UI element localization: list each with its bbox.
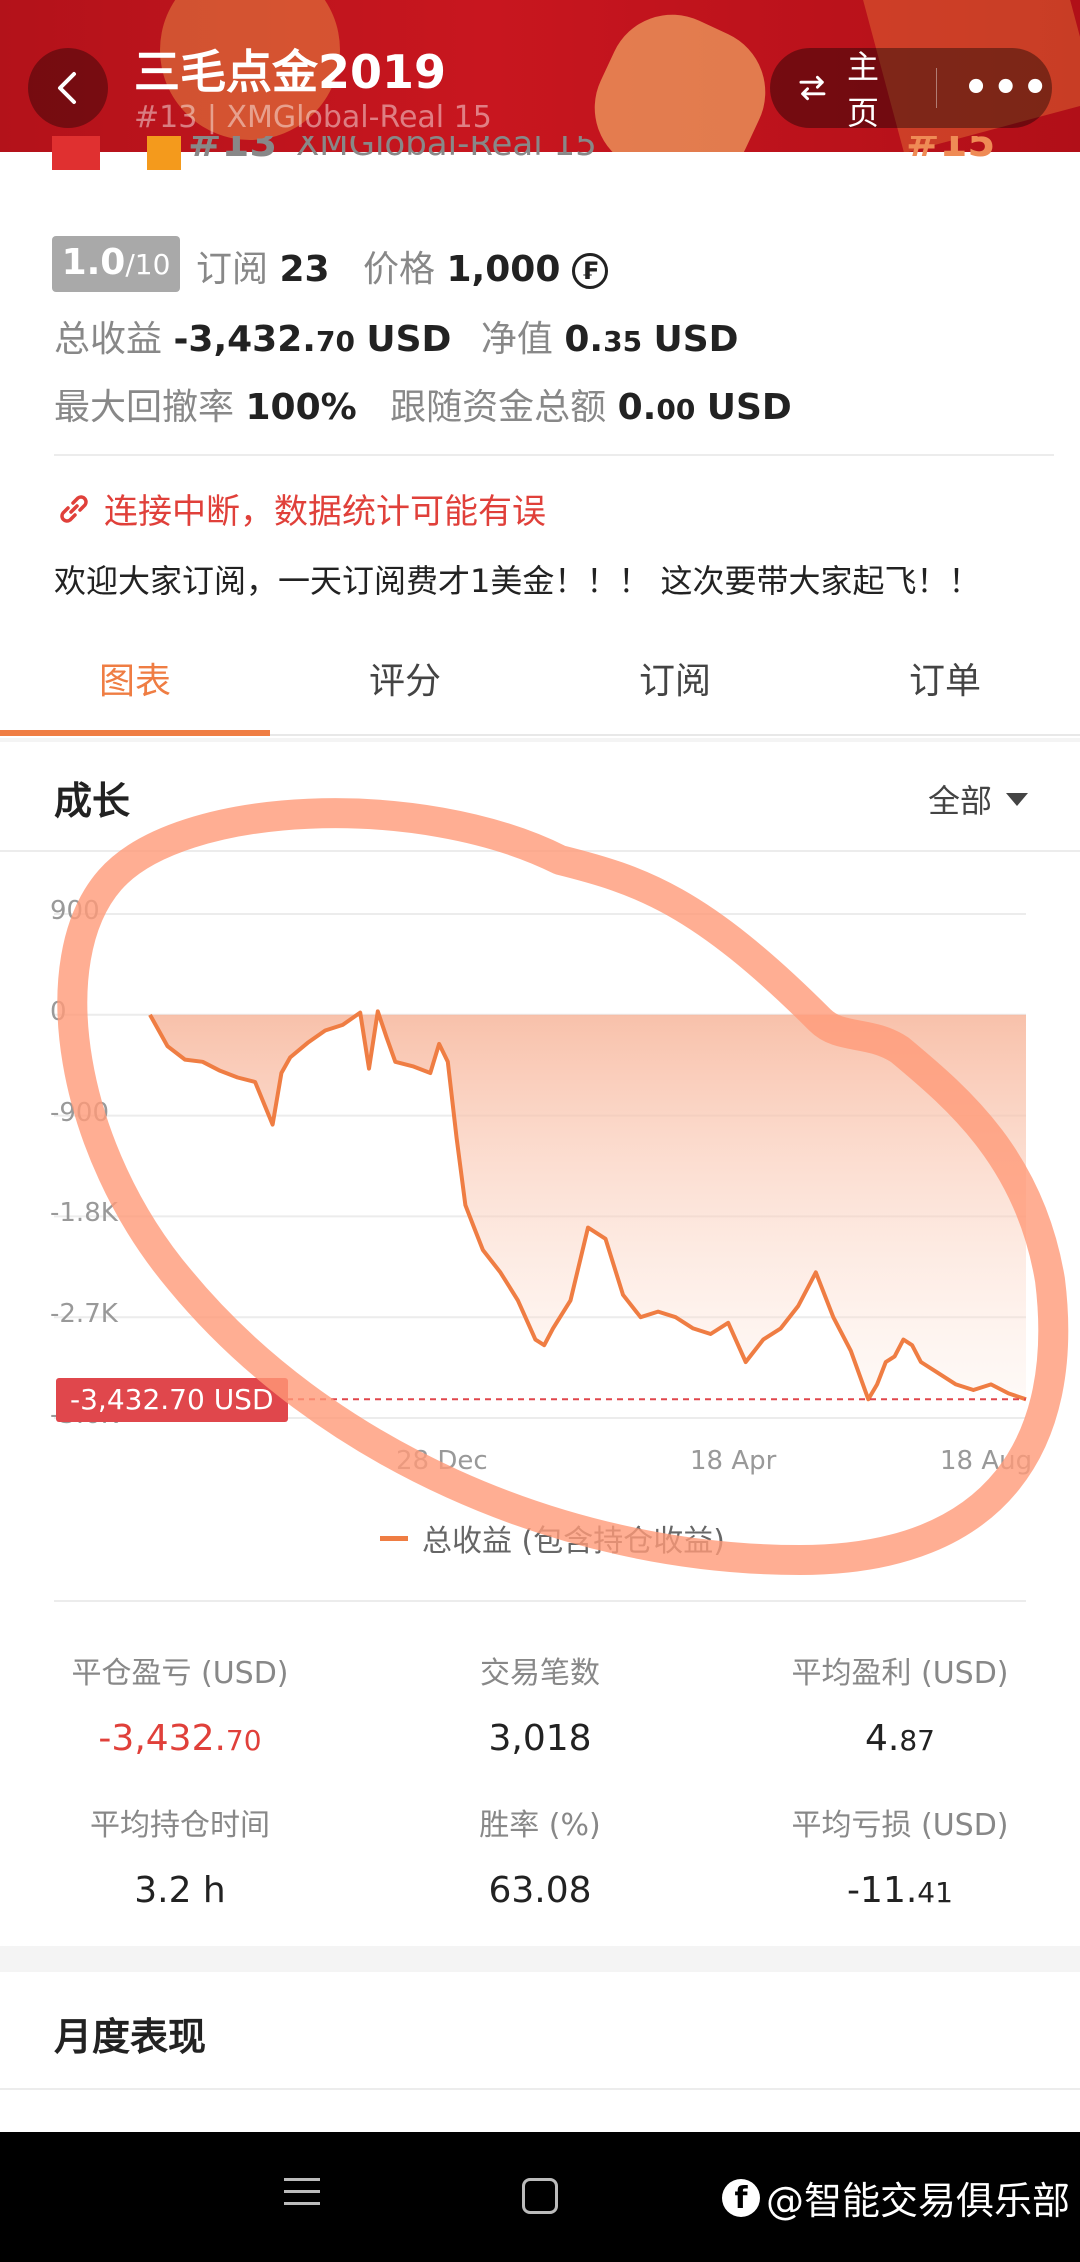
tab-rating[interactable]: 评分 [270, 636, 540, 734]
stat-avg-hold-time: 平均持仓时间 3.2 h [0, 1800, 360, 1911]
back-button[interactable] [28, 48, 108, 128]
facebook-icon: f [722, 2178, 760, 2217]
rank-right-label: #15 [906, 136, 996, 166]
warning-text: 连接中断，数据统计可能有误 [104, 492, 546, 532]
subscribe-value: 23 [279, 249, 330, 290]
y-tick-label: 0 [50, 996, 67, 1027]
stat-value: 3.2 h [134, 1870, 226, 1911]
stat-label: 平均盈利 (USD) [791, 1656, 1009, 1691]
subscribe-price-row: 订阅 23 价格 1,000 ₣ [196, 240, 608, 292]
total-profit-value: -3,432. [173, 319, 316, 360]
stat-win-rate: 胜率 (%) 63.08 [360, 1800, 720, 1911]
connection-warning: 连接中断，数据统计可能有误 [54, 484, 546, 533]
swap-icon [799, 75, 826, 101]
page-subtitle: #13 | XMGlobal-Real 15 [134, 100, 492, 135]
badge-icon [146, 136, 181, 170]
drawdown-row: 最大回撤率 100% 跟随资金总额 0.00 USD [54, 378, 792, 430]
stat-label: 平仓盈亏 (USD) [71, 1656, 289, 1691]
monthly-title: 月度表现 [54, 2015, 207, 2059]
more-icon[interactable]: ••• [963, 68, 1052, 108]
home-button[interactable]: 主页 [847, 42, 900, 134]
stat-value: -11.41 [847, 1870, 953, 1911]
follow-value: 0. [617, 387, 657, 428]
stat-value: 4.87 [865, 1718, 935, 1759]
legend-label: 总收益 (包含持仓收益) [422, 1524, 725, 1559]
range-filter-value: 全部 [928, 782, 993, 820]
section-gap [0, 1946, 1080, 1972]
y-tick-label: -1.8K [50, 1198, 118, 1229]
watermark-text: @智能交易俱乐部 [766, 2179, 1071, 2223]
growth-title: 成长 [54, 779, 131, 823]
home-nav-button[interactable] [522, 2178, 558, 2214]
stat-value: 63.08 [488, 1870, 592, 1911]
divider [54, 1600, 1026, 1602]
range-filter-dropdown[interactable]: 全部 [928, 776, 1029, 822]
stat-closed-pnl: 平仓盈亏 (USD) -3,432.70 [0, 1648, 360, 1759]
divider [0, 850, 1080, 852]
pill-divider [935, 68, 938, 108]
drawdown-label: 最大回撤率 [54, 387, 235, 428]
tab-bar: 图表 评分 订阅 订单 [0, 636, 1080, 736]
follow-unit: USD [706, 387, 792, 428]
divider [54, 454, 1054, 456]
current-value-tag: -3,432.70 USD [56, 1378, 288, 1422]
growth-chart [0, 860, 1080, 1580]
x-tick-label: 28 Dec [396, 1446, 488, 1476]
nav-value: 0. [564, 319, 604, 360]
divider [0, 2088, 1080, 2090]
stat-value: -3,432.70 [98, 1718, 262, 1759]
total-profit-decimal: 70 [315, 325, 355, 358]
score-value: 1.0 [61, 242, 126, 283]
strategy-description: 欢迎大家订阅，一天订阅费才1美金！！！ 这次要带大家起飞！！ [54, 562, 981, 600]
tab-chart[interactable]: 图表 [0, 636, 270, 736]
header-decoration [573, 0, 787, 152]
y-tick-label: -2.7K [50, 1299, 118, 1330]
stat-avg-loss: 平均亏损 (USD) -11.41 [720, 1800, 1080, 1911]
price-value: 1,000 [446, 249, 561, 290]
nav-unit: USD [653, 319, 739, 360]
total-profit-unit: USD [366, 319, 452, 360]
stat-label: 交易笔数 [480, 1656, 600, 1691]
stat-trade-count: 交易笔数 3,018 [360, 1648, 720, 1759]
subscribe-label: 订阅 [196, 249, 269, 290]
stat-label: 平均持仓时间 [90, 1808, 270, 1843]
stat-avg-profit: 平均盈利 (USD) 4.87 [720, 1648, 1080, 1759]
nav-label: 净值 [480, 319, 553, 360]
caret-down-icon [1006, 792, 1029, 806]
legend-swatch [380, 1535, 408, 1541]
chevron-left-icon [58, 72, 76, 104]
app-header: 三毛点金2019 #13 | XMGlobal-Real 15 主页 ••• [0, 0, 1080, 152]
profit-row: 总收益 -3,432.70 USD 净值 0.35 USD [54, 310, 739, 362]
coin-icon: ₣ [571, 253, 608, 289]
tab-orders[interactable]: 订单 [810, 636, 1080, 734]
total-profit-label: 总收益 [54, 319, 163, 360]
page-title: 三毛点金2019 [134, 45, 447, 99]
drawdown-value: 100% [245, 387, 357, 428]
score-badge: 1.0/10 [52, 236, 180, 292]
account-strip: #13 XMGlobal-Real 15 #15 [52, 136, 1052, 170]
account-label: XMGlobal-Real 15 [296, 136, 597, 164]
broken-link-icon [60, 494, 88, 523]
tab-subscription[interactable]: 订阅 [540, 636, 810, 734]
x-tick-label: 18 Apr [690, 1446, 777, 1476]
growth-chart-svg [54, 913, 1027, 1419]
nav-decimal: 35 [603, 325, 643, 358]
watermark: f @智能交易俱乐部 [722, 2170, 1070, 2225]
rank-label: #13 [188, 136, 278, 166]
stat-label: 平均亏损 (USD) [791, 1808, 1009, 1843]
y-tick-label: -900 [50, 1097, 110, 1128]
country-flag-icon [52, 136, 100, 170]
price-label: 价格 [363, 249, 436, 290]
section-gap [0, 738, 1080, 742]
x-tick-label: 18 Aug [940, 1446, 1033, 1476]
y-tick-label: 900 [50, 896, 100, 926]
follow-label: 跟随资金总额 [390, 387, 607, 428]
chart-legend: 总收益 (包含持仓收益) [380, 1516, 725, 1560]
home-more-pill: 主页 ••• [770, 48, 1052, 132]
score-max: /10 [125, 248, 171, 281]
stat-value: 3,018 [488, 1718, 592, 1759]
follow-decimal: 00 [656, 393, 696, 426]
stat-label: 胜率 (%) [479, 1808, 601, 1843]
recent-apps-button[interactable] [284, 2178, 320, 2208]
